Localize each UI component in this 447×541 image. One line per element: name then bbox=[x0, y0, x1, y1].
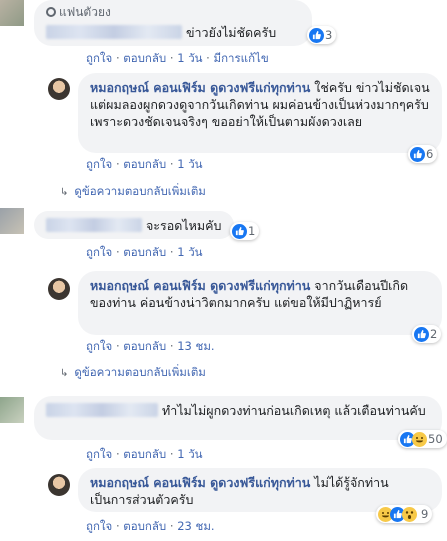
like-count: 1 bbox=[248, 224, 256, 238]
reply-arrow-icon: ↳ bbox=[60, 187, 69, 198]
like-icon bbox=[232, 223, 247, 239]
comment-actions: ถูกใจ · ตอบกลับ · 1 วัน bbox=[86, 245, 203, 259]
like-button[interactable]: ถูกใจ bbox=[86, 245, 112, 259]
reply-actions: ถูกใจ · ตอบกลับ · 23 ชม. bbox=[86, 519, 215, 533]
author-label: แฟนตัวยง bbox=[59, 5, 111, 19]
reaction-count: 9 bbox=[421, 507, 429, 521]
timestamp[interactable]: 1 วัน bbox=[177, 447, 202, 461]
blurred-name bbox=[46, 25, 182, 39]
like-icon bbox=[410, 146, 425, 162]
reply-button[interactable]: ตอบกลับ bbox=[123, 447, 166, 461]
reply-bubble: หมอกฤษณ์ คอนเฟิร์ม ดูดวงฟรีแก่ทุกท่าน จา… bbox=[78, 271, 442, 335]
haha-icon bbox=[412, 431, 427, 447]
comment-text: จะรอดไหมคับ bbox=[145, 218, 222, 233]
view-more-replies[interactable]: ↳ ดูข้อความตอบกลับเพิ่มเติม bbox=[60, 364, 206, 382]
comment-author[interactable]: แฟนตัวยง bbox=[46, 4, 300, 21]
like-button[interactable]: ถูกใจ bbox=[86, 447, 112, 461]
comment-bubble: แฟนตัวยง ข่าวยังไม่ชัดครับ bbox=[34, 0, 312, 46]
reply-bubble: หมอกฤษณ์ คอนเฟิร์ม ดูดวงฟรีแก่ทุกท่าน ใช… bbox=[78, 73, 442, 153]
like-icon bbox=[309, 27, 324, 43]
like-count: 2 bbox=[430, 327, 438, 341]
reply-arrow-icon: ↳ bbox=[60, 368, 69, 379]
like-count: 6 bbox=[426, 147, 434, 161]
reply-actions: ถูกใจ · ตอบกลับ · 1 วัน bbox=[86, 157, 203, 171]
reaction-summary[interactable]: 1 bbox=[230, 222, 260, 240]
comment-bubble: จะรอดไหมคับ bbox=[34, 211, 234, 239]
avatar[interactable] bbox=[0, 397, 24, 423]
reply-button[interactable]: ตอบกลับ bbox=[123, 339, 166, 353]
comment-actions: ถูกใจ · ตอบกลับ · 1 วัน bbox=[86, 447, 203, 461]
like-button[interactable]: ถูกใจ bbox=[86, 157, 112, 171]
avatar[interactable] bbox=[48, 78, 70, 100]
reply-author-link[interactable]: หมอกฤษณ์ คอนเฟิร์ม ดูดวงฟรีแก่ทุกท่าน bbox=[90, 80, 310, 95]
like-button[interactable]: ถูกใจ bbox=[86, 339, 112, 353]
reaction-summary[interactable]: 9 bbox=[376, 505, 433, 523]
timestamp[interactable]: 1 วัน bbox=[177, 157, 202, 171]
reaction-summary[interactable]: 2 bbox=[412, 325, 442, 343]
avatar[interactable] bbox=[48, 474, 70, 496]
comment-bubble: ทำไมไม่ผูกดวงท่านก่อนเกิดเหตุ แล้วเตือนท… bbox=[34, 396, 442, 440]
reaction-summary[interactable]: 6 bbox=[408, 145, 438, 163]
wow-icon bbox=[402, 506, 417, 522]
reaction-summary[interactable]: 50 bbox=[398, 430, 447, 448]
reply-button[interactable]: ตอบกลับ bbox=[123, 245, 166, 259]
edited-link[interactable]: มีการแก้ไข bbox=[213, 51, 268, 65]
reply-button[interactable]: ตอบกลับ bbox=[123, 51, 166, 65]
reply-button[interactable]: ตอบกลับ bbox=[123, 519, 166, 533]
reply-author-link[interactable]: หมอกฤษณ์ คอนเฟิร์ม ดูดวงฟรีแก่ทุกท่าน bbox=[90, 278, 310, 293]
timestamp[interactable]: 23 ชม. bbox=[177, 519, 214, 533]
comment-actions: ถูกใจ · ตอบกลับ · 1 วัน · มีการแก้ไข bbox=[86, 51, 269, 65]
avatar[interactable] bbox=[0, 208, 24, 234]
timestamp[interactable]: 13 ชม. bbox=[177, 339, 214, 353]
blurred-name bbox=[46, 218, 142, 232]
like-button[interactable]: ถูกใจ bbox=[86, 519, 112, 533]
reply-author-link[interactable]: หมอกฤษณ์ คอนเฟิร์ม ดูดวงฟรีแก่ทุกท่าน bbox=[90, 475, 310, 490]
avatar[interactable] bbox=[48, 278, 70, 300]
like-button[interactable]: ถูกใจ bbox=[86, 51, 112, 65]
comment-text: ข่าวยังไม่ชัดครับ bbox=[185, 25, 277, 40]
view-more-replies[interactable]: ↳ ดูข้อความตอบกลับเพิ่มเติม bbox=[60, 183, 206, 201]
reply-button[interactable]: ตอบกลับ bbox=[123, 157, 166, 171]
reaction-summary[interactable]: 3 bbox=[307, 26, 337, 44]
timestamp[interactable]: 1 วัน bbox=[177, 245, 202, 259]
like-count: 3 bbox=[325, 28, 333, 42]
comment-text: ทำไมไม่ผูกดวงท่านก่อนเกิดเหตุ แล้วเตือนท… bbox=[161, 403, 426, 418]
timestamp[interactable]: 1 วัน bbox=[177, 51, 202, 65]
avatar[interactable] bbox=[0, 0, 24, 26]
blurred-name bbox=[46, 403, 158, 417]
reply-actions: ถูกใจ · ตอบกลับ · 13 ชม. bbox=[86, 339, 215, 353]
like-icon bbox=[414, 326, 429, 342]
gear-icon bbox=[46, 7, 56, 17]
reaction-count: 50 bbox=[428, 432, 443, 446]
